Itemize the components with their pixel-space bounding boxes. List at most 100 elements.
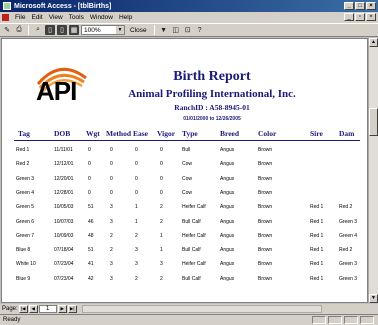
horizontal-scrollbar[interactable]: [81, 305, 322, 313]
cell-type: Heifer Calf: [182, 232, 206, 239]
menu-view[interactable]: View: [46, 14, 66, 21]
table-row: Red 2 12/12/01 0 0 0 0 Cow Angus Brown: [2, 159, 367, 171]
zoom-select[interactable]: 100% ▼: [81, 25, 125, 35]
new-object-icon[interactable]: ⊡: [183, 25, 193, 35]
cell-dob: 12/28/01: [54, 189, 74, 196]
cell-vigor: 1: [160, 232, 163, 239]
cell-method: 3: [110, 218, 113, 225]
prev-page-icon[interactable]: ◀: [28, 305, 38, 313]
cell-type: Bull: [182, 147, 191, 153]
cell-ease: 3: [135, 261, 138, 268]
doc-restore-button[interactable]: ▫: [355, 13, 365, 21]
print-icon[interactable]: ⎙: [14, 25, 24, 35]
access-app-icon: [3, 2, 11, 10]
cell-breed: Angus: [220, 189, 235, 196]
col-header-ease: Ease: [133, 129, 148, 138]
first-page-icon[interactable]: |◀: [18, 305, 28, 313]
scroll-thumb[interactable]: [369, 108, 378, 136]
cell-tag: Red 2: [16, 161, 30, 168]
last-page-icon[interactable]: ▶|: [67, 305, 77, 313]
cell-breed: Angus: [220, 275, 235, 282]
doc-minimize-button[interactable]: _: [344, 13, 354, 21]
col-header-method: Method: [106, 129, 131, 138]
cell-dob: 12/20/01: [54, 175, 74, 182]
cell-method: 2: [110, 232, 113, 239]
cell-color: Brown: [258, 175, 273, 182]
menu-file[interactable]: File: [12, 14, 28, 21]
cell-vigor: 0: [160, 175, 163, 182]
cell-breed: Angus: [220, 147, 235, 153]
cell-wgt: 48: [88, 232, 94, 239]
vertical-scrollbar[interactable]: ▲ ▼: [368, 38, 378, 303]
cell-vigor: 0: [160, 189, 163, 196]
cell-vigor: 3: [160, 261, 163, 268]
cell-method: 0: [110, 147, 113, 153]
one-page-icon[interactable]: ▯: [45, 25, 55, 35]
two-pages-icon[interactable]: ▯: [57, 25, 67, 35]
doc-close-button[interactable]: ×: [366, 13, 376, 21]
cell-wgt: 51: [88, 247, 94, 254]
cell-tag: Blue 8: [16, 247, 31, 254]
cell-dob: 10/07/03: [54, 218, 74, 225]
cell-dob: 10/05/03: [54, 204, 74, 211]
cell-method: 2: [110, 247, 113, 254]
col-header-dam: Dam: [339, 129, 355, 138]
multiple-pages-icon[interactable]: ▦: [69, 25, 79, 35]
cell-type: Cow: [182, 175, 193, 182]
magnifier-icon[interactable]: ⌕: [33, 25, 43, 35]
help-icon[interactable]: ?: [195, 25, 205, 35]
col-header-dob: DOB: [54, 129, 71, 138]
cell-wgt: 51: [88, 204, 94, 211]
cell-sire: Red 1: [310, 247, 324, 254]
cell-breed: Angus: [220, 218, 235, 225]
cell-vigor: 2: [160, 204, 163, 211]
cell-dam: Red 2: [339, 204, 353, 211]
table-row: White 10 07/23/04 41 3 3 3 Heifer Calf Angus Bro…: [2, 259, 367, 271]
table-row: Green 5 10/05/03 51 3 1 2 Heifer Calf Angus Brow…: [2, 202, 367, 214]
chevron-down-icon: ▼: [116, 26, 124, 34]
col-header-vigor: Vigor: [157, 129, 176, 138]
scroll-up-icon[interactable]: ▲: [369, 38, 378, 47]
window-title: Microsoft Access - [tblBirths]: [14, 2, 112, 10]
next-page-icon[interactable]: ▶: [57, 305, 67, 313]
cell-color: Brown: [258, 275, 273, 282]
cell-vigor: 2: [160, 218, 163, 225]
minimize-button[interactable]: _: [344, 2, 354, 10]
menu-bar: File Edit View Tools Window Help _ ▫ ×: [0, 12, 378, 23]
view-icon[interactable]: ✎: [2, 25, 12, 35]
cell-method: 0: [110, 175, 113, 182]
report-doc-icon[interactable]: [2, 14, 9, 21]
menu-tools[interactable]: Tools: [66, 14, 87, 21]
scroll-down-icon[interactable]: ▼: [369, 294, 378, 303]
cell-vigor: 0: [160, 147, 163, 153]
cell-vigor: 1: [160, 247, 163, 254]
cell-color: Brown: [258, 204, 273, 211]
menu-edit[interactable]: Edit: [28, 14, 45, 21]
cell-dob: 07/23/04: [54, 275, 74, 282]
cell-dam: Green 4: [339, 232, 358, 239]
cell-color: Brown: [258, 218, 273, 225]
cell-wgt: 0: [88, 161, 91, 168]
menu-help[interactable]: Help: [116, 14, 135, 21]
cell-wgt: 0: [88, 189, 91, 196]
maximize-button[interactable]: □: [355, 2, 365, 10]
cell-dam: Green 3: [339, 218, 358, 225]
page-number-input[interactable]: 1: [38, 305, 57, 313]
cell-dob: 07/18/04: [54, 247, 74, 254]
cell-sire: Red 1: [310, 275, 324, 282]
cell-tag: White 10: [16, 261, 36, 268]
close-button[interactable]: ×: [366, 2, 376, 10]
ranch-id: RanchID : A58-8945-01: [174, 103, 250, 112]
office-links-icon[interactable]: ▼: [159, 25, 169, 35]
cell-method: 3: [110, 261, 113, 268]
header-rule: [14, 140, 360, 141]
cell-sire: Red 1: [310, 261, 324, 268]
cell-method: 3: [110, 204, 113, 211]
cell-breed: Angus: [220, 232, 235, 239]
cell-wgt: 41: [88, 261, 94, 268]
menu-window[interactable]: Window: [87, 14, 116, 21]
cell-color: Brown: [258, 189, 273, 196]
close-preview-button[interactable]: Close: [127, 27, 150, 34]
database-window-icon[interactable]: ◫: [171, 25, 181, 35]
cell-color: Brown: [258, 161, 273, 168]
